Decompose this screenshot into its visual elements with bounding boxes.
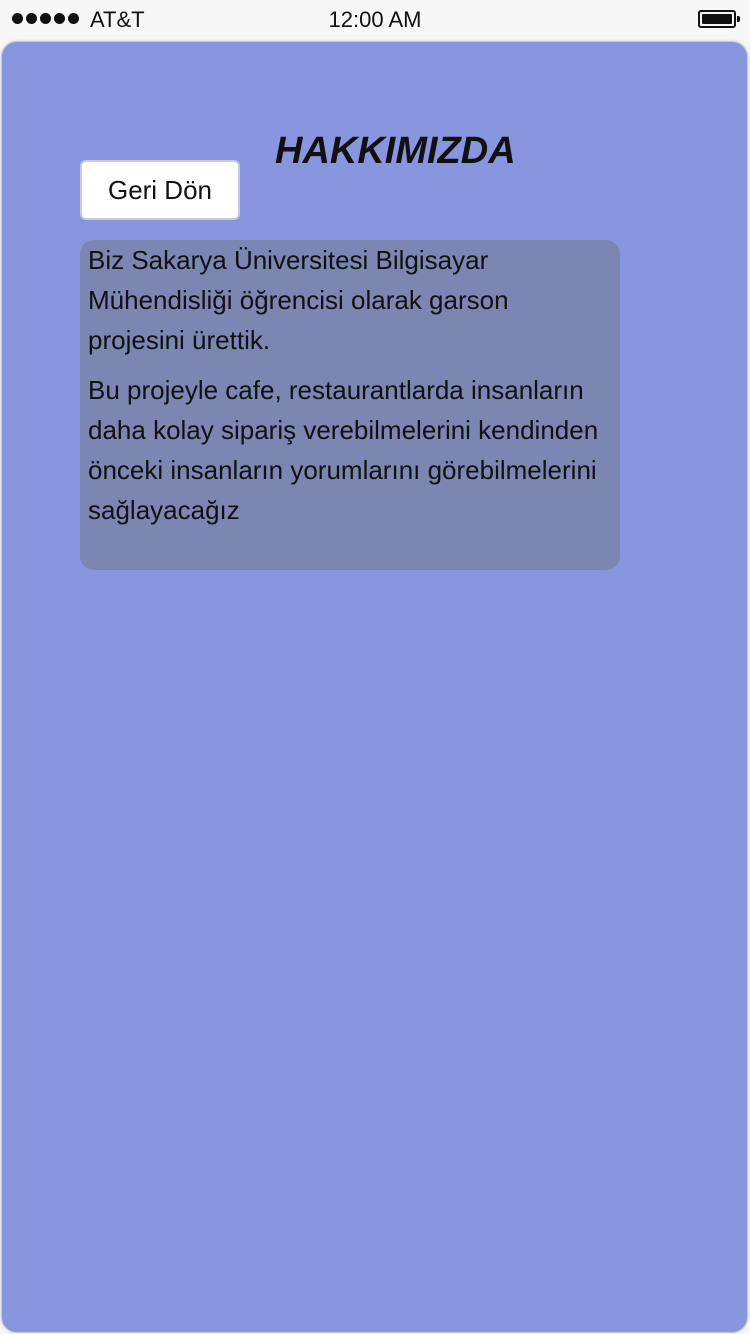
about-paragraph-1: Biz Sakarya Üniversitesi Bilgisayar Mühe…	[88, 245, 509, 355]
about-text-box: Biz Sakarya Üniversitesi Bilgisayar Mühe…	[80, 240, 620, 570]
about-paragraph-2: Bu projeyle cafe, restaurantlarda insanl…	[88, 375, 599, 525]
page-title: HAKKIMIZDA	[275, 130, 516, 172]
status-bar: AT&T 12:00 AM	[0, 0, 750, 40]
app-screen	[1, 41, 748, 1333]
battery-icon	[698, 10, 740, 28]
back-button[interactable]: Geri Dön	[80, 160, 240, 220]
status-clock: 12:00 AM	[328, 7, 422, 32]
